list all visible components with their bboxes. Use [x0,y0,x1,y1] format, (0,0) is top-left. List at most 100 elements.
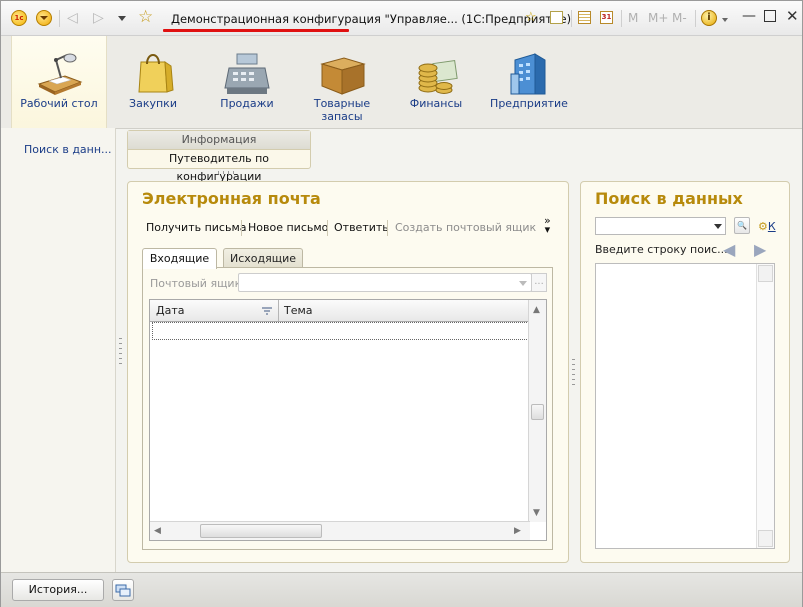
search-options-link[interactable]: ⚙К [758,220,776,233]
mailbox-dropdown-icon[interactable] [519,281,527,286]
history-dropdown-icon[interactable] [118,16,126,21]
search-dropdown-icon[interactable] [714,224,722,229]
mailbox-label: Почтовый ящик: [150,277,245,290]
more-commands-icon[interactable]: » ▾ [544,215,551,235]
separator [621,10,622,27]
mail-table: Дата Тема ▲ ▼ ◀ ▶ [149,299,547,541]
memory-minus-button[interactable]: M- [672,11,687,25]
get-mail-button[interactable]: Получить письма [146,221,247,234]
windows-icon [115,584,131,597]
section-label: Финансы [409,97,463,110]
info-icon[interactable]: i [701,10,717,26]
info-panel: Информация Путеводитель по конфигурации [127,130,311,183]
section-desktop[interactable]: Рабочий стол [11,36,107,129]
favorites-list-icon[interactable] [550,11,563,24]
section-label: Предприятие [490,97,568,110]
cash-register-icon [224,53,270,94]
section-label: Продажи [220,97,274,110]
memory-button[interactable]: M [628,11,638,25]
minimize-icon[interactable]: — [742,8,756,24]
separator [387,220,388,236]
section-finance[interactable]: Финансы [393,36,479,128]
vertical-scrollbar[interactable]: ▲ ▼ [528,300,546,522]
tab-inbox[interactable]: Входящие [142,248,217,269]
next-result-icon[interactable]: ▶ [754,240,766,259]
scroll-down-button[interactable] [758,530,773,547]
info-dropdown-icon[interactable] [722,18,728,22]
main-menu-icon[interactable] [36,10,52,26]
maximize-icon[interactable] [764,10,776,22]
separator [695,10,696,27]
section-label: Закупки [129,97,177,110]
back-icon[interactable]: ◁ [67,11,78,25]
sections-panel: Рабочий стол Закупки Продажи Товарные за… [1,36,802,129]
search-input[interactable] [595,217,726,235]
column-separator [278,300,279,321]
section-inventory[interactable]: Товарные запасы [297,36,387,128]
scroll-left-icon[interactable]: ◀ [154,526,161,536]
column-subject[interactable]: Тема [284,304,313,317]
calculator-icon[interactable] [578,11,591,24]
window-title: Демонстрационная конфигурация "Управляе.… [171,12,572,26]
search-results-list [595,263,775,549]
inventory-box-icon [320,57,366,95]
section-sales[interactable]: Продажи [202,36,292,128]
splitter-handle[interactable] [218,171,238,174]
title-annotation-underline [163,29,349,32]
search-icon[interactable]: 🔍 [734,217,750,234]
splitter-handle[interactable] [119,338,122,366]
mailbox-choose-button[interactable]: ... [531,273,547,292]
calendar-icon[interactable]: 31 [600,11,613,24]
tab-outbox[interactable]: Исходящие [223,248,303,268]
app-window: 1c ◁ ▷ ☆ Демонстрационная конфигурация "… [0,0,803,607]
table-header: Дата Тема [150,300,530,322]
search-options-icon: ⚙ [758,220,768,233]
history-button[interactable]: История... [12,579,104,601]
favorites-star-icon[interactable]: ☆ [138,9,153,26]
scroll-up-button[interactable] [758,265,773,282]
vertical-scrollbar[interactable] [756,264,774,548]
add-to-favorites-icon[interactable]: ☆ [525,11,537,25]
search-panel-title: Поиск в данных [595,189,743,208]
email-panel-title: Электронная почта [142,189,321,208]
nav-item-search[interactable]: Поиск в данн... [24,143,112,156]
separator [571,10,572,27]
section-label: Товарные запасы [313,97,371,123]
mailbox-field[interactable] [238,273,532,292]
separator [327,220,328,236]
app-logo-icon[interactable]: 1c [11,10,27,26]
status-bar: История... [1,572,802,607]
scroll-thumb[interactable] [200,524,322,538]
separator [59,10,60,27]
column-date[interactable]: Дата [156,304,184,317]
scroll-up-icon[interactable]: ▲ [533,305,540,315]
scroll-right-icon[interactable]: ▶ [514,526,521,536]
create-mailbox-button[interactable]: Создать почтовый ящик [395,221,536,234]
new-mail-button[interactable]: Новое письмо [248,221,328,234]
previous-result-icon[interactable]: ◀ [723,240,735,259]
desktop-lamp-icon [37,53,83,95]
splitter-handle[interactable] [572,359,575,387]
building-icon [510,53,546,95]
windows-list-button[interactable] [112,579,134,601]
filter-icon[interactable] [261,306,273,316]
close-icon[interactable]: ✕ [786,7,799,25]
reply-button[interactable]: Ответить [334,221,389,234]
shopping-bag-icon [138,54,174,93]
table-row[interactable] [152,322,529,340]
scroll-down-icon[interactable]: ▼ [533,508,540,518]
title-bar: 1c ◁ ▷ ☆ Демонстрационная конфигурация "… [1,1,802,36]
forward-icon[interactable]: ▷ [93,11,104,25]
horizontal-scrollbar[interactable]: ◀ ▶ [150,521,530,540]
info-panel-header[interactable]: Информация [128,131,310,150]
coins-icon [418,59,458,94]
search-hint: Введите строку поис... [595,243,728,256]
scroll-thumb[interactable] [531,404,544,420]
memory-plus-button[interactable]: M+ [648,11,668,25]
search-options-label: К [767,220,776,233]
section-purchases[interactable]: Закупки [115,36,191,128]
section-enterprise[interactable]: Предприятие [487,36,571,128]
separator [241,220,242,236]
navigation-panel: Поиск в данн... [1,128,116,572]
section-label: Рабочий стол [20,97,98,110]
